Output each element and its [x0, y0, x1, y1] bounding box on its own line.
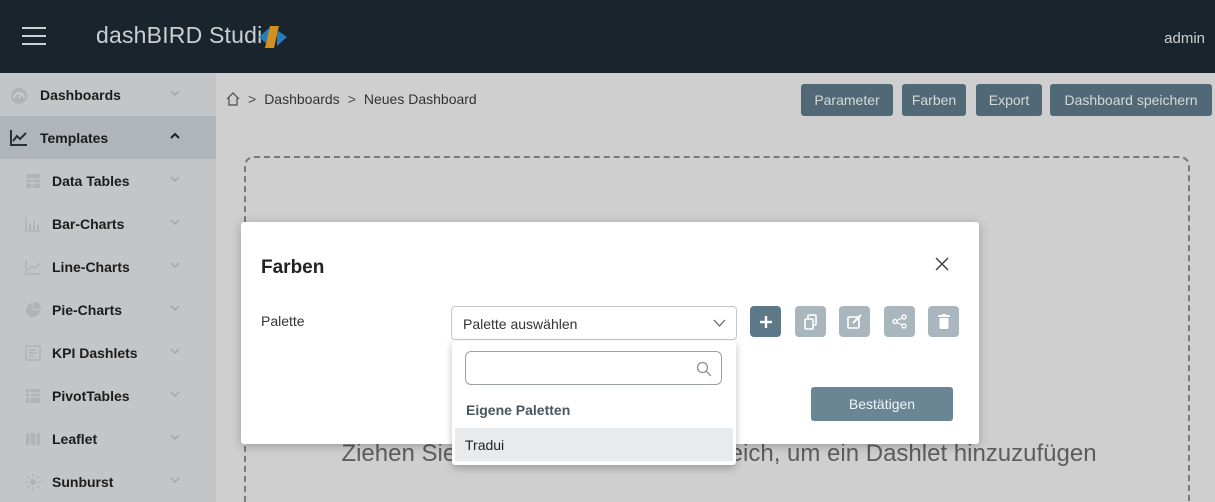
- share-palette-button[interactable]: [884, 306, 915, 337]
- copy-palette-button[interactable]: [795, 306, 826, 337]
- plus-icon: [759, 315, 772, 328]
- confirm-button[interactable]: Bestätigen: [811, 387, 953, 421]
- palette-search-input[interactable]: [474, 352, 694, 384]
- add-palette-button[interactable]: [750, 306, 781, 337]
- edit-palette-button[interactable]: [839, 306, 870, 337]
- dropdown-option[interactable]: Tradui: [455, 428, 733, 461]
- delete-palette-button[interactable]: [928, 306, 959, 337]
- dropdown-group-label: Eigene Paletten: [466, 402, 571, 418]
- chevron-down-icon: [713, 319, 726, 327]
- share-icon: [892, 314, 907, 329]
- modal-title: Farben: [261, 257, 325, 278]
- edit-icon: [847, 314, 862, 329]
- palette-select[interactable]: Palette auswählen: [451, 306, 737, 340]
- palette-search-field[interactable]: [465, 351, 722, 385]
- palette-label: Palette: [261, 313, 305, 329]
- palette-dropdown: Eigene Paletten Tradui: [452, 341, 736, 465]
- trash-icon: [937, 314, 950, 329]
- copy-icon: [803, 313, 817, 330]
- close-icon[interactable]: [933, 255, 951, 273]
- palette-select-value: Palette auswählen: [463, 316, 578, 332]
- search-icon: [696, 361, 712, 377]
